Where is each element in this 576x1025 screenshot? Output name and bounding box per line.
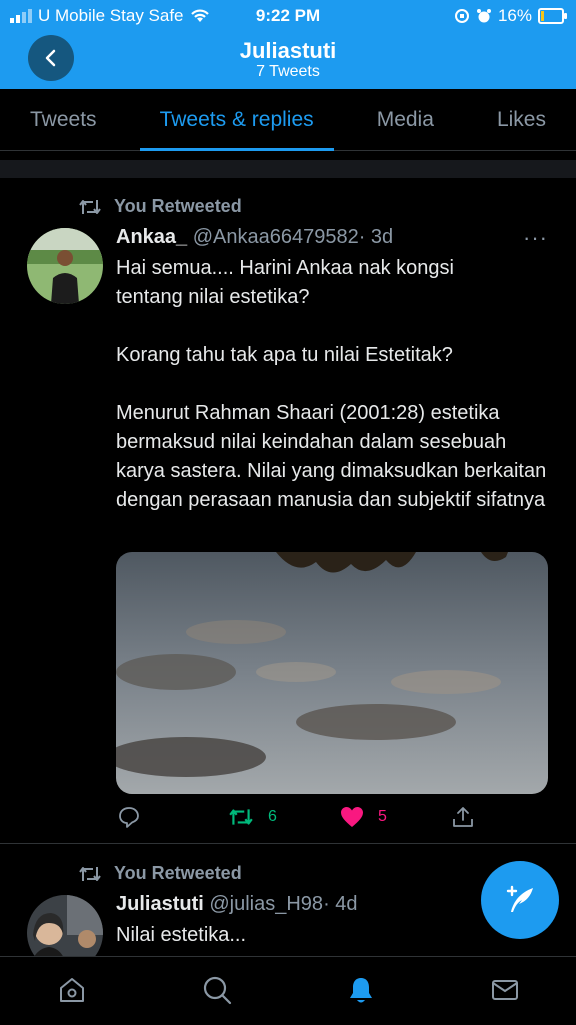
mail-icon [492, 980, 518, 1000]
search-icon [203, 976, 232, 1005]
status-bar: U Mobile Stay Safe 9:22 PM 16% [0, 4, 576, 28]
battery-icon [538, 8, 567, 24]
tweet-meta: Ankaa_ @Ankaa66479582· 3d [116, 226, 393, 249]
author-handle[interactable]: @julias_H98 [209, 893, 323, 915]
reply-icon [119, 807, 139, 828]
nav-home[interactable] [55, 973, 89, 1007]
author-name[interactable]: Ankaa_ [116, 226, 187, 248]
retweet-button[interactable]: 6 [228, 806, 277, 828]
tweet-paragraph: Hai semua.... Harini Ankaa nak kongsi te… [116, 257, 454, 308]
like-count: 5 [378, 808, 387, 825]
like-button[interactable]: 5 [340, 806, 387, 828]
alarm-icon [476, 9, 491, 23]
bottom-navigation [0, 956, 576, 1025]
avatar[interactable] [27, 228, 103, 304]
nav-search[interactable] [200, 973, 234, 1007]
retweet-icon [79, 866, 101, 881]
tab-tweets-replies[interactable]: Tweets & replies [139, 89, 334, 151]
orientation-lock-icon [454, 9, 469, 23]
profile-header: U Mobile Stay Safe 9:22 PM 16% Juliastut… [0, 0, 576, 89]
author-name[interactable]: Juliastuti [116, 893, 204, 915]
tweet-paragraph: Korang tahu tak apa tu nilai Estetitak? [116, 344, 453, 366]
heart-icon [341, 807, 363, 827]
tweet-count: 7 Tweets [256, 63, 320, 80]
author-handle[interactable]: @Ankaa66479582 [193, 226, 359, 248]
tweet[interactable]: You Retweeted Ankaa_ @Ankaa66479582· 3d … [0, 178, 576, 842]
profile-tabs: Tweets Tweets & replies Media Likes [0, 89, 576, 151]
tweet-time: · 4d [323, 893, 358, 915]
share-icon [453, 807, 473, 827]
compose-quill-icon [506, 885, 533, 912]
tab-media[interactable]: Media [377, 89, 434, 150]
more-options-icon[interactable]: ··· [523, 225, 548, 251]
section-divider [0, 160, 576, 178]
tweet-separator [0, 843, 576, 844]
nav-messages[interactable] [488, 973, 522, 1007]
bell-icon [350, 978, 372, 1003]
retweet-label: You Retweeted [114, 196, 242, 216]
tab-likes[interactable]: Likes [497, 89, 546, 150]
home-icon [60, 978, 84, 1002]
tweet-paragraph: Menurut Rahman Shaari (2001:28) estetika… [116, 402, 547, 511]
share-button[interactable] [452, 806, 474, 828]
retweet-label: You Retweeted [114, 863, 242, 883]
tweet-actions: 6 5 [116, 806, 486, 836]
reply-button[interactable] [118, 806, 140, 828]
tweet-time: · 3d [358, 226, 394, 248]
retweet-count: 6 [268, 808, 277, 825]
battery-level [541, 11, 544, 21]
tweet-text: Hai semua.... Harini Ankaa nak kongsi te… [116, 254, 556, 515]
battery-percent: 16% [497, 6, 532, 25]
retweet-indicator: You Retweeted [78, 863, 242, 884]
retweet-indicator: You Retweeted [78, 196, 242, 217]
retweet-icon [79, 199, 101, 214]
tweet-media-image[interactable] [116, 552, 548, 794]
tab-tweets[interactable]: Tweets [30, 89, 97, 150]
profile-name: Juliastuti [239, 38, 337, 63]
nav-notifications[interactable] [344, 973, 378, 1007]
retweet-icon [229, 809, 253, 825]
avatar[interactable] [27, 895, 103, 956]
tweet-meta: Juliastuti @julias_H98· 4d [116, 893, 358, 916]
compose-tweet-button[interactable] [481, 861, 559, 939]
